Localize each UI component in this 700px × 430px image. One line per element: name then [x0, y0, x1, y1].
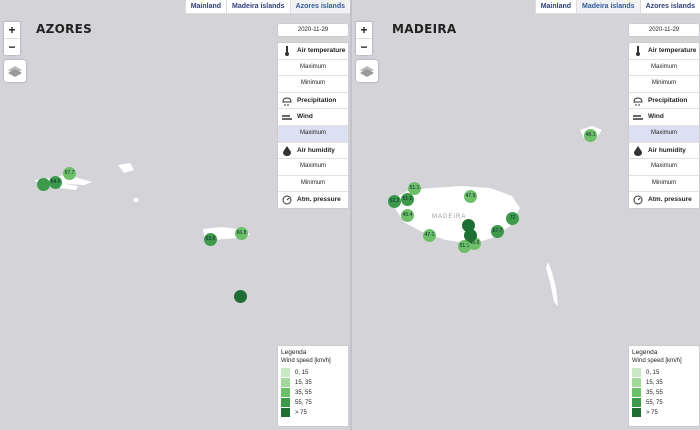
panel-item-temp-minimum[interactable]: Minimum	[278, 76, 348, 93]
wind-marker[interactable]: 47.1	[423, 229, 436, 242]
wind-marker[interactable]: 67.7	[63, 167, 76, 180]
layers-button[interactable]	[356, 60, 378, 82]
wind-icon	[633, 115, 643, 121]
wind-marker[interactable]	[37, 178, 50, 191]
tab-madeira-islands[interactable]: Madeira islands	[576, 0, 640, 14]
variable-panel-right: Air temperature Maximum Minimum Precipit…	[628, 42, 700, 209]
panel-item-wind[interactable]: Wind	[278, 109, 348, 126]
legend-subtitle: Wind speed [km/h]	[281, 358, 331, 364]
legend-title: Legenda	[281, 349, 307, 356]
thermometer-icon	[285, 46, 289, 56]
pressure-icon	[282, 195, 292, 205]
wind-marker[interactable]: 51.0	[401, 193, 414, 206]
panel-item-precipitation[interactable]: Precipitation	[278, 93, 348, 110]
panel-item-humidity-minimum[interactable]: Minimum	[629, 176, 699, 193]
thermometer-icon	[636, 46, 640, 56]
panel-item-temp-maximum[interactable]: Maximum	[629, 60, 699, 77]
legend-item: 55, 75	[281, 398, 312, 407]
panel-item-wind-maximum[interactable]: Maximum	[629, 125, 699, 143]
wind-marker[interactable]: 48.1	[584, 129, 597, 142]
azores-map[interactable]: AZORES + − Mainland Madeira islands Azor…	[0, 0, 350, 430]
map-title-azores: AZORES	[36, 22, 93, 36]
legend-item: > 75	[281, 408, 307, 417]
pressure-icon	[633, 195, 643, 205]
panel-item-air-humidity[interactable]: Air humidity	[629, 143, 699, 160]
rain-cloud-icon	[282, 97, 292, 106]
legend-subtitle: Wind speed [km/h]	[632, 358, 682, 364]
wind-marker[interactable]	[234, 290, 247, 303]
date-label-left: 2020-11-29	[277, 23, 349, 37]
variable-panel-left: Air temperature Maximum Minimum Precipit…	[277, 42, 349, 209]
wind-marker[interactable]: 45.4	[401, 209, 414, 222]
panel-item-wind-maximum[interactable]: Maximum	[278, 125, 348, 143]
humidity-icon	[634, 145, 642, 156]
tab-mainland[interactable]: Mainland	[184, 0, 227, 14]
humidity-icon	[283, 145, 291, 156]
date-label-right: 2020-11-29	[628, 23, 700, 37]
legend-item: 35, 55	[632, 388, 663, 397]
legend-left: Legenda Wind speed [km/h] 0, 15 15, 35 3…	[277, 345, 349, 427]
legend-right: Legenda Wind speed [km/h] 0, 15 15, 35 3…	[628, 345, 700, 427]
legend-item: 35, 55	[281, 388, 312, 397]
legend-item: 55, 75	[632, 398, 663, 407]
legend-item: 0, 15	[281, 368, 308, 377]
wind-marker[interactable]: 62.2	[388, 195, 401, 208]
zoom-out-button[interactable]: −	[356, 38, 372, 55]
rain-cloud-icon	[633, 97, 643, 106]
legend-item: 0, 15	[632, 368, 659, 377]
panel-item-air-humidity[interactable]: Air humidity	[278, 143, 348, 160]
panel-item-humidity-maximum[interactable]: Maximum	[278, 159, 348, 176]
legend-title: Legenda	[632, 349, 658, 356]
panel-item-precipitation[interactable]: Precipitation	[629, 93, 699, 110]
panel-item-temp-maximum[interactable]: Maximum	[278, 60, 348, 77]
wind-marker[interactable]	[464, 229, 477, 242]
panel-item-wind[interactable]: Wind	[629, 109, 699, 126]
wind-marker[interactable]: 64.6	[49, 176, 62, 189]
wind-marker[interactable]: 72	[506, 212, 519, 225]
panel-item-air-temperature[interactable]: Air temperature	[278, 43, 348, 60]
zoom-in-button[interactable]: +	[4, 22, 20, 38]
panel-item-temp-minimum[interactable]: Minimum	[629, 76, 699, 93]
map-title-madeira: MADEIRA	[392, 22, 457, 36]
tab-azores-islands[interactable]: Azores islands	[639, 0, 700, 14]
wind-icon	[282, 115, 292, 121]
wind-marker[interactable]: 67.7	[491, 225, 504, 238]
wind-marker[interactable]: 63.6	[204, 233, 217, 246]
zoom-out-button[interactable]: −	[4, 38, 20, 55]
layers-icon	[8, 66, 22, 77]
panel-item-atm-pressure[interactable]: Atm. pressure	[629, 192, 699, 208]
tab-azores-islands[interactable]: Azores islands	[289, 0, 350, 14]
tab-mainland[interactable]: Mainland	[534, 0, 577, 14]
panel-item-humidity-minimum[interactable]: Minimum	[278, 176, 348, 193]
panel-item-humidity-maximum[interactable]: Maximum	[629, 159, 699, 176]
wind-marker[interactable]: 47.9	[464, 190, 477, 203]
wind-marker[interactable]: 66.8	[235, 227, 248, 240]
panel-item-atm-pressure[interactable]: Atm. pressure	[278, 192, 348, 208]
legend-item: 15, 35	[632, 378, 663, 387]
tab-madeira-islands[interactable]: Madeira islands	[226, 0, 290, 14]
zoom-control-right: + −	[356, 22, 372, 55]
region-tabs-left: Mainland Madeira islands Azores islands	[184, 0, 350, 14]
island-label-madeira: MADEIRA	[432, 214, 467, 220]
legend-item: > 75	[632, 408, 658, 417]
region-tabs-right: Mainland Madeira islands Azores islands	[534, 0, 700, 14]
zoom-in-button[interactable]: +	[356, 22, 372, 38]
panel-item-air-temperature[interactable]: Air temperature	[629, 43, 699, 60]
zoom-control-left: + −	[4, 22, 20, 55]
layers-button[interactable]	[4, 60, 26, 82]
madeira-map[interactable]: MADEIRA + − Mainland Madeira islands Azo…	[352, 0, 700, 430]
layers-icon	[360, 66, 374, 77]
legend-item: 15, 35	[281, 378, 312, 387]
